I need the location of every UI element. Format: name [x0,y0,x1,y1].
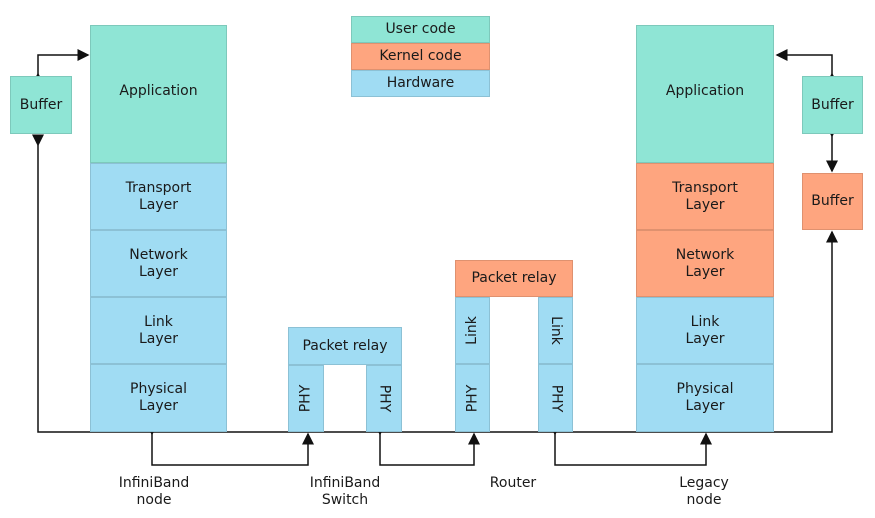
left-physical-layer: Physical Layer [90,364,227,432]
switch-packet-relay: Packet relay [288,327,402,365]
switch-phy-right-label: PHY [376,384,393,413]
right-application: Application [636,25,774,163]
legend-kernel-code: Kernel code [351,43,490,70]
arrow-right-buffer-app [775,49,838,85]
router-link-left: Link [455,297,490,364]
router-packet-relay: Packet relay [455,260,573,297]
router-link-left-label: Link [463,316,480,345]
legend-user-code: User code [351,16,490,43]
left-buffer: Buffer [10,76,72,134]
left-network-layer: Network Layer [90,230,227,297]
arrow-left-buffer-app [32,49,90,85]
label-legacy-node: Legacy node [679,475,729,508]
label-infiniband-switch: InfiniBand Switch [309,475,381,508]
router-link-right: Link [538,297,573,364]
right-physical-layer: Physical Layer [636,364,774,432]
switch-phy-left-label: PHY [297,384,314,413]
left-transport-layer: Transport Layer [90,163,227,230]
right-buffer-kernel: Buffer [802,173,863,230]
right-network-layer: Network Layer [636,230,774,297]
legend-hardware: Hardware [351,70,490,97]
router-link-right-label: Link [547,316,564,345]
right-link-layer: Link Layer [636,297,774,364]
arrow-switch-router [374,423,480,466]
router-phy-left: PHY [455,364,490,432]
left-application: Application [90,25,227,163]
arrow-node-switch [146,423,314,466]
label-infiniband-node: InfiniBand node [118,475,190,508]
router-phy-right-label: PHY [548,384,564,412]
arrow-router-legacy [549,423,712,466]
router-phy-left-label: PHY [464,384,480,412]
left-link-layer: Link Layer [90,297,227,364]
right-buffer-user: Buffer [802,76,863,134]
router-phy-right: PHY [538,364,573,432]
right-transport-layer: Transport Layer [636,163,774,230]
switch-phy-right: PHY [366,365,402,432]
label-router: Router [489,475,537,491]
switch-phy-left: PHY [288,365,324,432]
